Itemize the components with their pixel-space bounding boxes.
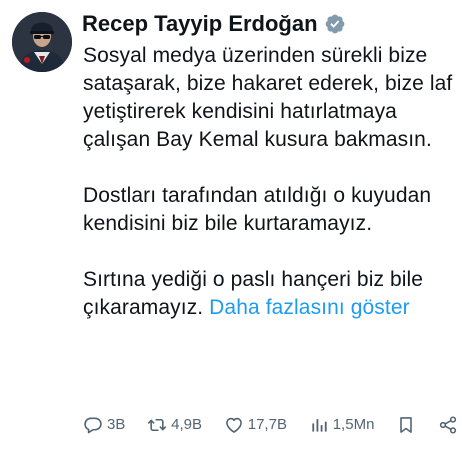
share-icon: [439, 416, 457, 434]
avatar-image: [12, 12, 72, 72]
retweet-count: 4,9B: [171, 416, 202, 433]
tweet-paragraph: Sosyal medya üzerinden sürekli bize sata…: [83, 44, 453, 151]
tweet-text: Sosyal medya üzerinden sürekli bize sata…: [83, 42, 468, 322]
retweet-icon: [148, 418, 167, 432]
views-chart-icon: [312, 419, 327, 432]
share-button[interactable]: [438, 415, 458, 435]
views-count: 1,5Mn: [332, 416, 375, 433]
bookmark-button[interactable]: [396, 415, 416, 435]
tweet-actions: 3B 4,9B 17,7B 1,5Mn: [83, 412, 458, 438]
avatar[interactable]: [12, 12, 72, 72]
views-button[interactable]: 1,5Mn: [309, 415, 375, 435]
heart-icon: [225, 417, 242, 433]
author-name[interactable]: Recep Tayyip Erdoğan: [82, 8, 318, 40]
tweet[interactable]: Recep Tayyip Erdoğan Sosyal medya üzerin…: [0, 0, 475, 450]
like-button[interactable]: 17,7B: [224, 415, 287, 435]
tweet-paragraph: Sırtına yediği o paslı hançeri biz bile …: [83, 266, 468, 322]
like-count: 17,7B: [247, 416, 287, 433]
bookmark-icon: [400, 417, 412, 433]
reply-count: 3B: [107, 416, 126, 433]
tweet-paragraph: Dostları tarafından atıldığı o kuyudan k…: [83, 184, 432, 235]
retweet-button[interactable]: 4,9B: [147, 415, 202, 435]
reply-icon: [84, 417, 102, 434]
tweet-header: Recep Tayyip Erdoğan: [82, 8, 346, 40]
verified-badge-icon: [324, 13, 346, 35]
show-more-link[interactable]: Daha fazlasını göster: [209, 296, 410, 319]
reply-button[interactable]: 3B: [83, 415, 125, 435]
